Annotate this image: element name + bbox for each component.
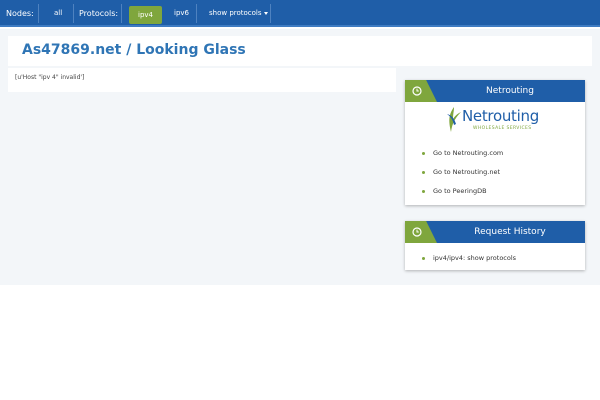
nav-divider xyxy=(270,4,271,23)
history-item[interactable]: ipv4/ipv4: show protocols xyxy=(405,249,585,268)
top-navbar: Nodes: all Protocols: ipv4 ipv6 show pro… xyxy=(0,0,600,27)
protocol-ipv4-label: ipv4 xyxy=(138,11,153,19)
clock-icon xyxy=(412,86,422,96)
nodes-all-link[interactable]: all xyxy=(54,0,62,27)
netrouting-logo-area: Netrouting WHOLESALE SERVICES xyxy=(405,102,585,142)
netrouting-widget: Netrouting Netrouting WHOLESALE SERVICES… xyxy=(405,80,585,205)
netrouting-logo-subtext: WHOLESALE SERVICES xyxy=(473,126,532,131)
request-history-widget: Request History ipv4/ipv4: show protocol… xyxy=(405,221,585,270)
bullet-icon xyxy=(422,152,425,155)
link-netrouting-net[interactable]: Go to Netrouting.net xyxy=(405,163,585,182)
link-label: Go to Netrouting.com xyxy=(433,149,504,157)
chevron-down-icon xyxy=(263,11,268,15)
error-message: [u'Host "ipv 4" invalid'] xyxy=(15,74,85,81)
link-peeringdb[interactable]: Go to PeeringDB xyxy=(405,182,585,201)
nav-divider xyxy=(73,4,74,23)
history-item-label: ipv4/ipv4: show protocols xyxy=(433,254,517,262)
protocols-label: Protocols: xyxy=(79,9,119,18)
widget-tab xyxy=(405,221,437,243)
show-protocols-label: show protocols xyxy=(209,9,262,17)
request-history-widget-header: Request History xyxy=(405,221,585,243)
protocol-ipv6-link[interactable]: ipv6 xyxy=(174,0,189,27)
show-protocols-dropdown[interactable]: show protocols xyxy=(209,0,268,27)
nav-divider xyxy=(196,4,197,23)
title-bar: As47869.net / Looking Glass xyxy=(8,36,592,66)
bullet-icon xyxy=(422,171,425,174)
widget-tab xyxy=(405,80,437,102)
netrouting-logo-mark xyxy=(447,107,461,132)
netrouting-widget-title: Netrouting xyxy=(486,86,534,96)
page-title: As47869.net / Looking Glass xyxy=(22,42,246,58)
nodes-label: Nodes: xyxy=(6,9,34,18)
link-label: Go to Netrouting.net xyxy=(433,168,501,176)
netrouting-logo[interactable]: Netrouting WHOLESALE SERVICES xyxy=(445,106,549,136)
netrouting-widget-header: Netrouting xyxy=(405,80,585,102)
protocol-ipv4-button[interactable]: ipv4 xyxy=(129,6,162,24)
nav-divider xyxy=(38,4,39,23)
clock-icon xyxy=(412,227,422,237)
result-panel: [u'Host "ipv 4" invalid'] xyxy=(8,68,396,92)
nav-divider xyxy=(121,4,122,23)
link-label: Go to PeeringDB xyxy=(433,187,487,195)
netrouting-logo-text: Netrouting xyxy=(462,107,539,125)
request-history-list: ipv4/ipv4: show protocols xyxy=(405,249,585,268)
bullet-icon xyxy=(422,190,425,193)
link-netrouting-com[interactable]: Go to Netrouting.com xyxy=(405,144,585,163)
request-history-widget-title: Request History xyxy=(474,227,546,237)
netrouting-links: Go to Netrouting.com Go to Netrouting.ne… xyxy=(405,144,585,201)
bullet-icon xyxy=(422,257,425,260)
